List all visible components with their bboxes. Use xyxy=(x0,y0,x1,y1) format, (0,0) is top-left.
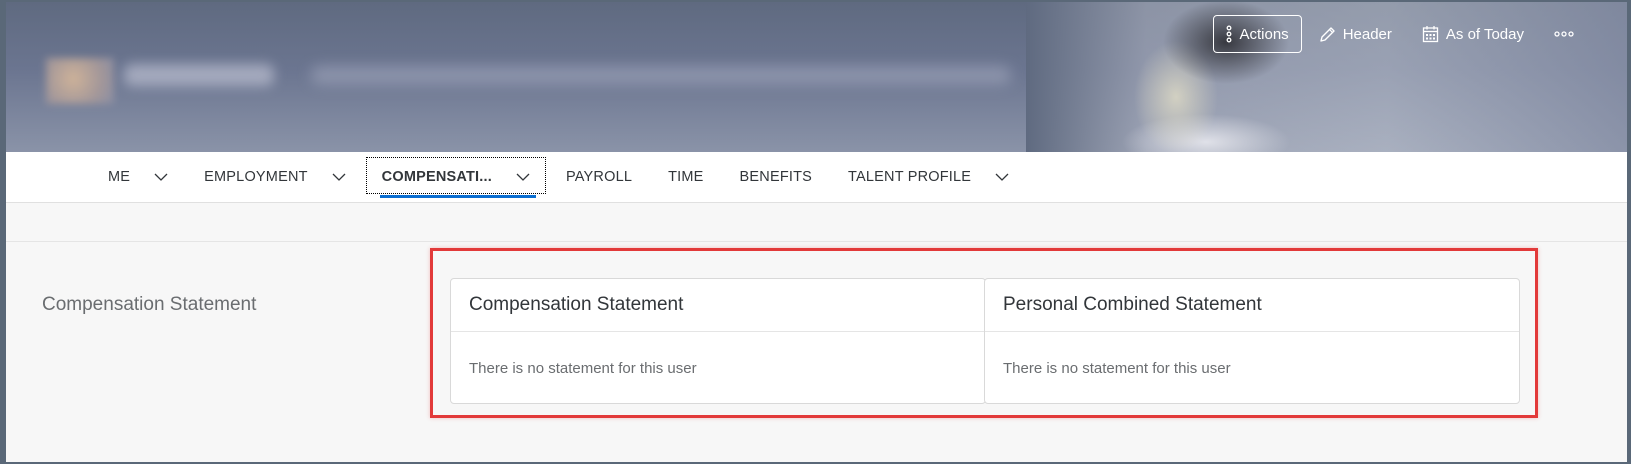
tab-payroll[interactable]: PAYROLL xyxy=(548,152,650,202)
compensation-statement-section: Compensation Statement Compensation Stat… xyxy=(6,242,1627,462)
tab-label: TIME xyxy=(668,169,704,185)
profile-header-banner: Actions Header As of Today xyxy=(6,2,1627,152)
employee-title-redacted xyxy=(311,66,1011,84)
chevron-down-icon[interactable] xyxy=(995,173,1009,181)
tab-label: ME xyxy=(108,169,131,185)
avatar xyxy=(46,58,114,104)
card-title: Personal Combined Statement xyxy=(985,279,1519,332)
app-window: Actions Header As of Today ME EMPLOYMENT… xyxy=(6,2,1627,462)
tab-label: BENEFITS xyxy=(739,169,813,185)
tab-time[interactable]: TIME xyxy=(650,152,721,202)
chevron-down-icon[interactable] xyxy=(154,173,168,181)
actions-button[interactable]: Actions xyxy=(1213,15,1302,53)
selected-tab-indicator xyxy=(379,195,536,198)
subsection-spacer xyxy=(6,203,1627,242)
vertical-dots-icon xyxy=(1226,25,1232,43)
tab-employment[interactable]: EMPLOYMENT xyxy=(186,152,364,202)
card-title: Compensation Statement xyxy=(451,279,985,332)
section-tab-bar: ME EMPLOYMENT COMPENSATI... PAYROLL TIME… xyxy=(6,152,1627,203)
tab-compensation[interactable]: COMPENSATI... xyxy=(364,152,548,202)
tab-talent-profile[interactable]: TALENT PROFILE xyxy=(830,152,1027,202)
card-empty-message: There is no statement for this user xyxy=(469,360,697,377)
calendar-icon xyxy=(1422,25,1439,43)
pencil-icon xyxy=(1319,26,1336,43)
compensation-statement-card[interactable]: Compensation Statement There is no state… xyxy=(450,278,986,404)
tab-label: EMPLOYMENT xyxy=(204,169,308,185)
chevron-down-icon[interactable] xyxy=(332,173,346,181)
tab-focus-outline xyxy=(365,157,546,194)
personal-combined-statement-card[interactable]: Personal Combined Statement There is no … xyxy=(984,278,1520,404)
section-title: Compensation Statement xyxy=(42,294,257,315)
header-button[interactable]: Header xyxy=(1306,15,1405,53)
tab-label: PAYROLL xyxy=(565,169,633,185)
tab-list: ME EMPLOYMENT COMPENSATI... PAYROLL TIME… xyxy=(90,152,1027,202)
header-button-label: Header xyxy=(1342,25,1392,43)
as-of-date-button[interactable]: As of Today xyxy=(1409,15,1537,53)
header-toolbar: Actions Header As of Today xyxy=(1213,14,1587,54)
employee-name-redacted xyxy=(124,64,274,86)
actions-button-label: Actions xyxy=(1239,25,1289,43)
horizontal-dots-icon xyxy=(1554,30,1574,38)
tab-me[interactable]: ME xyxy=(90,152,186,202)
tab-label: TALENT PROFILE xyxy=(848,169,972,185)
card-empty-message: There is no statement for this user xyxy=(1003,360,1231,377)
as-of-date-label: As of Today xyxy=(1445,25,1524,43)
tab-benefits[interactable]: BENEFITS xyxy=(722,152,831,202)
more-options-button[interactable] xyxy=(1541,15,1587,53)
